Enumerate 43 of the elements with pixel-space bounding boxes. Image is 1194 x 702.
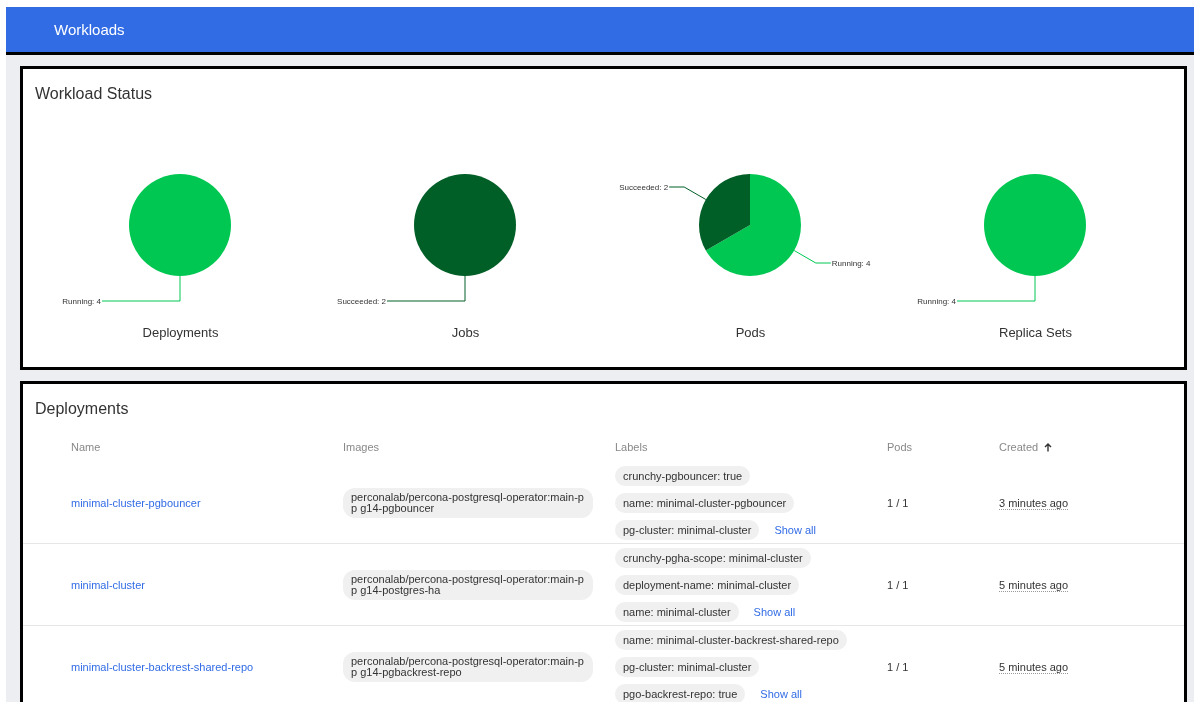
show-all-link[interactable]: Show all	[753, 605, 796, 618]
image-chip: perconalab/percona-postgresql-operator:main-pp g14-pgbackrest-repo	[343, 651, 593, 682]
column-header[interactable]: Images	[343, 441, 380, 453]
deployment-link[interactable]: minimal-cluster-backrest-shared-repo	[71, 660, 254, 673]
pods-count: 1 / 1	[887, 496, 909, 509]
label-chip: name: minimal-cluster-backrest-shared-repo	[615, 629, 847, 650]
label-chip: pg-cluster: minimal-cluster	[615, 519, 760, 540]
leader-line	[668, 186, 707, 200]
page-title: Workloads	[54, 21, 125, 38]
created-time: 5 minutes ago	[999, 660, 1069, 674]
show-all-link[interactable]: Show all	[774, 523, 816, 536]
slice-label: Running: 4	[62, 297, 101, 306]
card-title: Deployments	[34, 399, 130, 419]
chart-title: Deployments	[142, 325, 219, 340]
image-chip: perconalab/percona-postgresql-operator:main-pp g14-postgres-ha	[343, 569, 593, 600]
column-header[interactable]: Name	[71, 441, 101, 453]
chart-title: Jobs	[451, 325, 480, 340]
pods-count: 1 / 1	[887, 660, 909, 673]
card-title: Workload Status	[34, 84, 154, 104]
created-time: 5 minutes ago	[999, 578, 1069, 592]
column-header[interactable]: Created	[999, 441, 1054, 453]
slice-label: Succeeded: 2	[337, 297, 386, 306]
label-chip: deployment-name: minimal-cluster	[615, 574, 800, 595]
label-chip: crunchy-pgha-scope: minimal-cluster	[615, 547, 811, 568]
slice-label: Running: 4	[831, 259, 871, 268]
leader-line	[793, 250, 832, 264]
label-chip: name: minimal-cluster-pgbouncer	[615, 492, 795, 513]
chart-title: Replica Sets	[999, 325, 1072, 340]
label-chip: name: minimal-cluster	[615, 601, 739, 622]
deployment-link[interactable]: minimal-cluster	[71, 578, 145, 591]
label-chip: pg-cluster: minimal-cluster	[615, 656, 760, 677]
pods-count: 1 / 1	[887, 578, 909, 591]
created-time: 3 minutes ago	[999, 496, 1069, 510]
column-header[interactable]: Pods	[887, 441, 913, 453]
chart-title: Pods	[735, 325, 766, 340]
image-chip: perconalab/percona-postgresql-operator:main-pp g14-pgbouncer	[343, 487, 593, 518]
slice-label: Succeeded: 2	[619, 183, 669, 192]
deployment-link[interactable]: minimal-cluster-pgbouncer	[71, 496, 201, 509]
label-chip: crunchy-pgbouncer: true	[615, 465, 751, 486]
label-chip: pgo-backrest-repo: true	[615, 683, 746, 702]
show-all-link[interactable]: Show all	[760, 687, 802, 700]
slice-label: Running: 4	[917, 297, 956, 306]
column-header[interactable]: Labels	[615, 441, 648, 453]
